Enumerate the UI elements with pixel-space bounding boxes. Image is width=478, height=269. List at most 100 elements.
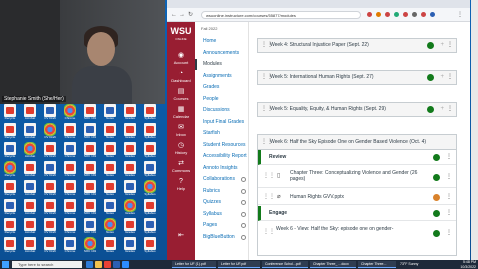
- taskbar-window[interactable]: Letter for UF (1).pdf: [172, 261, 216, 268]
- coursenav-pages[interactable]: Pages: [195, 220, 249, 231]
- rail-courses[interactable]: ▤ Courses: [167, 88, 195, 101]
- item-title[interactable]: Chapter Three: Conceptualizing Violence …: [290, 170, 420, 182]
- item-options-icon[interactable]: ⋮: [446, 153, 452, 160]
- extension-icon[interactable]: [394, 12, 399, 17]
- coursenav-student-resources[interactable]: Student Resources: [195, 140, 249, 151]
- taskbar-window[interactable]: Conference Schol...pdf: [262, 261, 308, 268]
- desktop-file-label: Acrobat: [24, 249, 36, 253]
- extension-icon[interactable]: [376, 12, 381, 17]
- item-title[interactable]: Human Rights GVV.pptx: [290, 194, 344, 200]
- published-icon[interactable]: [433, 174, 440, 181]
- extension-icon[interactable]: [421, 12, 426, 17]
- item-options-icon[interactable]: ⋮: [446, 229, 452, 236]
- drag-handle-icon[interactable]: ⋮⋮: [261, 103, 273, 116]
- wsu-logo[interactable]: WSU ONLINE: [169, 25, 193, 45]
- taskbar-window[interactable]: Letter for UF.pdf: [218, 261, 260, 268]
- system-clock[interactable]: 5:48 PM 10/3/2022: [460, 260, 476, 269]
- weather-widget[interactable]: 73°F Sunny: [400, 262, 418, 266]
- coursenav-people[interactable]: People: [195, 94, 249, 105]
- collapse-nav-button[interactable]: ⇤: [167, 232, 195, 240]
- back-icon[interactable]: ←: [171, 11, 177, 19]
- coursenav-grades[interactable]: Grades: [195, 82, 249, 93]
- extension-icon[interactable]: [412, 12, 417, 17]
- extension-icon[interactable]: [367, 12, 372, 17]
- published-icon[interactable]: [433, 210, 440, 217]
- module-item[interactable]: ⋮⋮ Week 6 - View: Half the Sky: episode …: [258, 222, 456, 244]
- published-icon[interactable]: [427, 106, 434, 113]
- module-header[interactable]: ⋮⋮ Week 5: Equality, Equity, & Human Rig…: [257, 102, 457, 117]
- published-icon[interactable]: [427, 42, 434, 49]
- coursenav-bigbluebutton[interactable]: BigBlueButton: [195, 232, 249, 243]
- add-item-icon[interactable]: +: [440, 71, 444, 84]
- rail-history[interactable]: ◷ History: [167, 142, 195, 155]
- address-bar[interactable]: wsuonline.instructure.com/courses/55877/…: [201, 11, 361, 19]
- menu-icon[interactable]: ⋮: [457, 11, 463, 19]
- extension-icon[interactable]: [385, 12, 390, 17]
- rail-account[interactable]: ◉ Account: [167, 52, 195, 65]
- published-icon[interactable]: [427, 74, 434, 81]
- drag-handle-icon[interactable]: ⋮⋮: [263, 228, 275, 235]
- module-header[interactable]: ⋮⋮ Week 4: Structural Injustice Paper (S…: [257, 38, 457, 53]
- taskbar-window[interactable]: Chapter Three_ ...docx: [310, 261, 356, 268]
- coursenav-starfish[interactable]: Starfish: [195, 128, 249, 139]
- coursenav-announcements[interactable]: Announcements: [195, 48, 249, 59]
- module-options-icon[interactable]: ⋮: [447, 71, 453, 84]
- coursenav-annoto-insights[interactable]: Annoto Insights: [195, 163, 249, 174]
- help-icon: ?: [179, 178, 183, 185]
- drag-handle-icon[interactable]: ⋮⋮: [261, 71, 273, 84]
- item-options-icon[interactable]: ⋮: [446, 209, 452, 216]
- file-explorer-icon[interactable]: [95, 261, 102, 268]
- subheader-engage[interactable]: Engage ⋮: [258, 206, 456, 221]
- module-header[interactable]: ⋮⋮ Week 5: International Human Rights (S…: [257, 70, 457, 85]
- module-options-icon[interactable]: ⋮: [447, 103, 453, 116]
- drag-handle-icon[interactable]: ⋮⋮: [263, 172, 275, 179]
- extension-icon[interactable]: [403, 12, 408, 17]
- rail-dashboard[interactable]: ◔ Dashboard: [167, 70, 195, 83]
- item-options-icon[interactable]: ⋮: [446, 173, 452, 180]
- coursenav-rubrics[interactable]: Rubrics: [195, 186, 249, 197]
- chrome-icon[interactable]: [104, 261, 111, 268]
- subheader-label: Review: [269, 154, 287, 160]
- add-item-icon[interactable]: +: [440, 39, 444, 52]
- drag-handle-icon[interactable]: ⋮⋮: [263, 193, 275, 200]
- module-item[interactable]: ⋮⋮ ⌀ Human Rights GVV.pptx ⋮: [258, 189, 456, 205]
- start-button[interactable]: [2, 261, 9, 268]
- rail-calendar[interactable]: ▦ Calendar: [167, 106, 195, 119]
- item-options-icon[interactable]: ⋮: [446, 193, 452, 200]
- coursenav-modules[interactable]: Modules: [195, 59, 249, 70]
- unpublished-icon[interactable]: [433, 194, 440, 201]
- module-header[interactable]: ⋮⋮ Week 6: Half the Sky Episode One on G…: [258, 135, 456, 150]
- drag-handle-icon[interactable]: ⋮⋮: [261, 39, 273, 52]
- rail-commons[interactable]: ⇄ Commons: [167, 160, 195, 173]
- taskbar-search[interactable]: Type here to search: [12, 261, 82, 268]
- rail-help[interactable]: ? Help: [167, 178, 195, 191]
- page-scrollbar[interactable]: [471, 0, 478, 260]
- drag-handle-icon[interactable]: ⋮⋮: [261, 135, 273, 149]
- zoom-icon[interactable]: [122, 261, 129, 268]
- coursenav-discussions[interactable]: Discussions: [195, 105, 249, 116]
- coursenav-syllabus[interactable]: Syllabus: [195, 209, 249, 220]
- coursenav-collaborations[interactable]: Collaborations: [195, 174, 249, 185]
- add-item-icon[interactable]: +: [440, 103, 444, 116]
- forward-icon[interactable]: →: [179, 11, 185, 19]
- coursenav-input-final-grades[interactable]: Input Final Grades: [195, 117, 249, 128]
- taskbar-window[interactable]: Chapter Three...: [358, 261, 396, 268]
- item-title[interactable]: Week 6 - View: Half the Sky: episode one…: [276, 226, 406, 232]
- subheader-review[interactable]: Review ⋮: [258, 150, 456, 165]
- edge-icon[interactable]: [86, 261, 93, 268]
- desktop-file-label: SOC 101: [83, 211, 97, 215]
- desktop-file-label: SOC 101: [83, 249, 97, 253]
- word-icon[interactable]: [113, 261, 120, 268]
- published-icon[interactable]: [433, 154, 440, 161]
- coursenav-quizzes[interactable]: Quizzes: [195, 197, 249, 208]
- module-options-icon[interactable]: ⋮: [447, 39, 453, 52]
- coursenav-accessibility-report[interactable]: Accessibility Report: [195, 151, 249, 162]
- published-icon[interactable]: [433, 230, 440, 237]
- reload-icon[interactable]: ↻: [188, 11, 193, 19]
- desktop-file-label: SOC 101: [83, 116, 97, 120]
- coursenav-assignments[interactable]: Assignments: [195, 71, 249, 82]
- coursenav-home[interactable]: Home: [195, 36, 249, 47]
- module-item[interactable]: ⋮⋮ ▯ Chapter Three: Conceptualizing Viol…: [258, 166, 456, 188]
- extension-icon[interactable]: [430, 12, 435, 17]
- rail-inbox[interactable]: ✉ Inbox: [167, 124, 195, 137]
